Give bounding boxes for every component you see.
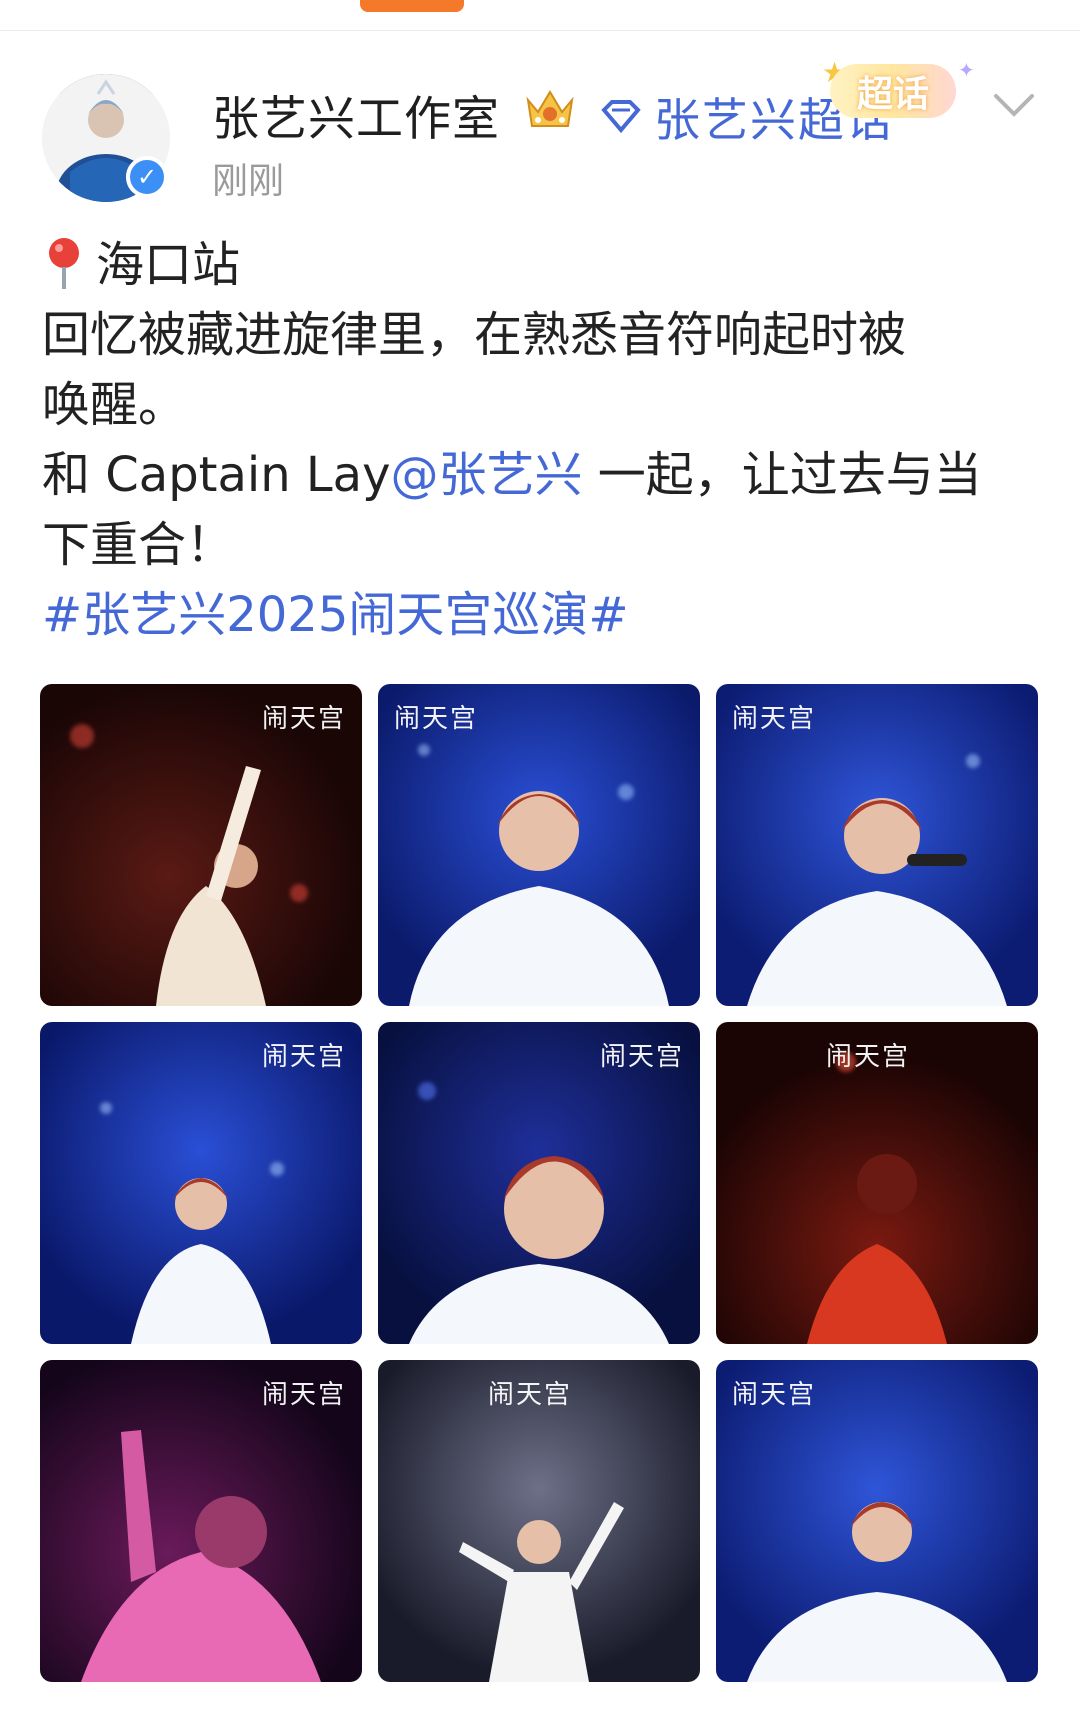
- photo-3[interactable]: 闹天宫: [716, 684, 1038, 1006]
- location-pin-icon: [49, 238, 79, 289]
- photo-4[interactable]: 闹天宫: [40, 1022, 362, 1344]
- sparkle-icon: ✦: [958, 58, 975, 82]
- photo-logo: 闹天宫: [261, 1380, 346, 1410]
- performer-figure: [81, 1430, 321, 1682]
- photo-6[interactable]: 闹天宫: [716, 1022, 1038, 1344]
- photo-7[interactable]: 闹天宫: [40, 1360, 362, 1682]
- body-line-4: 下重合！: [42, 517, 235, 573]
- photo-logo: 闹天宫: [599, 1042, 684, 1072]
- photo-logo: 闹天宫: [826, 1042, 911, 1072]
- body-line-1: 回忆被藏进旋律里，在熟悉音符响起时被: [42, 307, 907, 363]
- performer-figure: [409, 1156, 669, 1344]
- performer-figure: [131, 1178, 271, 1344]
- photo-9[interactable]: 闹天宫: [716, 1360, 1038, 1682]
- performer-figure: [156, 766, 266, 1006]
- performer-figure: [409, 791, 669, 1006]
- photo-logo: 闹天宫: [488, 1380, 573, 1410]
- mention-link[interactable]: @张艺兴: [390, 447, 582, 503]
- photo-grid: 闹天宫 闹天宫 闹天宫 闹天宫 闹天宫 闹天宫 闹天宫 闹天宫 闹天宫: [40, 684, 1040, 1684]
- body-line-3: 和 Captain Lay@张艺兴 一起，让过去与当: [42, 440, 1042, 510]
- photo-logo: 闹天宫: [261, 704, 346, 734]
- diamond-icon: [601, 100, 641, 134]
- supertopic-badge[interactable]: 超话: [830, 64, 956, 118]
- photo-8[interactable]: 闹天宫: [378, 1360, 700, 1682]
- performer-figure: [747, 1502, 1007, 1682]
- post-timestamp: 刚刚: [212, 161, 285, 202]
- photo-1[interactable]: 闹天宫: [40, 684, 362, 1006]
- photo-logo: 闹天宫: [732, 1380, 817, 1410]
- performer-figure: [807, 1154, 947, 1344]
- hashtag-link[interactable]: #张艺兴2025闹天宫巡演#: [42, 580, 1042, 650]
- location-text: 海口站: [96, 237, 241, 293]
- photo-logo: 闹天宫: [394, 704, 479, 734]
- photo-5[interactable]: 闹天宫: [378, 1022, 700, 1344]
- body-line-3-suffix: 一起，让过去与当: [582, 447, 982, 503]
- crown-icon: [526, 90, 574, 127]
- photo-logo: 闹天宫: [261, 1042, 346, 1072]
- photo-2[interactable]: 闹天宫: [378, 684, 700, 1006]
- body-line-3-prefix: 和 Captain Lay: [42, 447, 391, 503]
- verified-icon: ✓: [126, 156, 168, 198]
- performer-figure: [747, 798, 1007, 1006]
- chevron-down-icon[interactable]: [990, 88, 1038, 122]
- top-tab-indicator: [360, 0, 464, 12]
- post-body: 海口站 回忆被藏进旋律里，在熟悉音符响起时被 唤醒。 和 Captain Lay…: [42, 230, 1042, 650]
- location-line: 海口站: [42, 230, 1042, 300]
- photo-logo: 闹天宫: [732, 704, 817, 734]
- body-line-2: 唤醒。: [42, 377, 187, 433]
- author-name[interactable]: 张艺兴工作室: [212, 80, 500, 149]
- performer-figure: [459, 1502, 624, 1682]
- top-divider: [0, 30, 1080, 31]
